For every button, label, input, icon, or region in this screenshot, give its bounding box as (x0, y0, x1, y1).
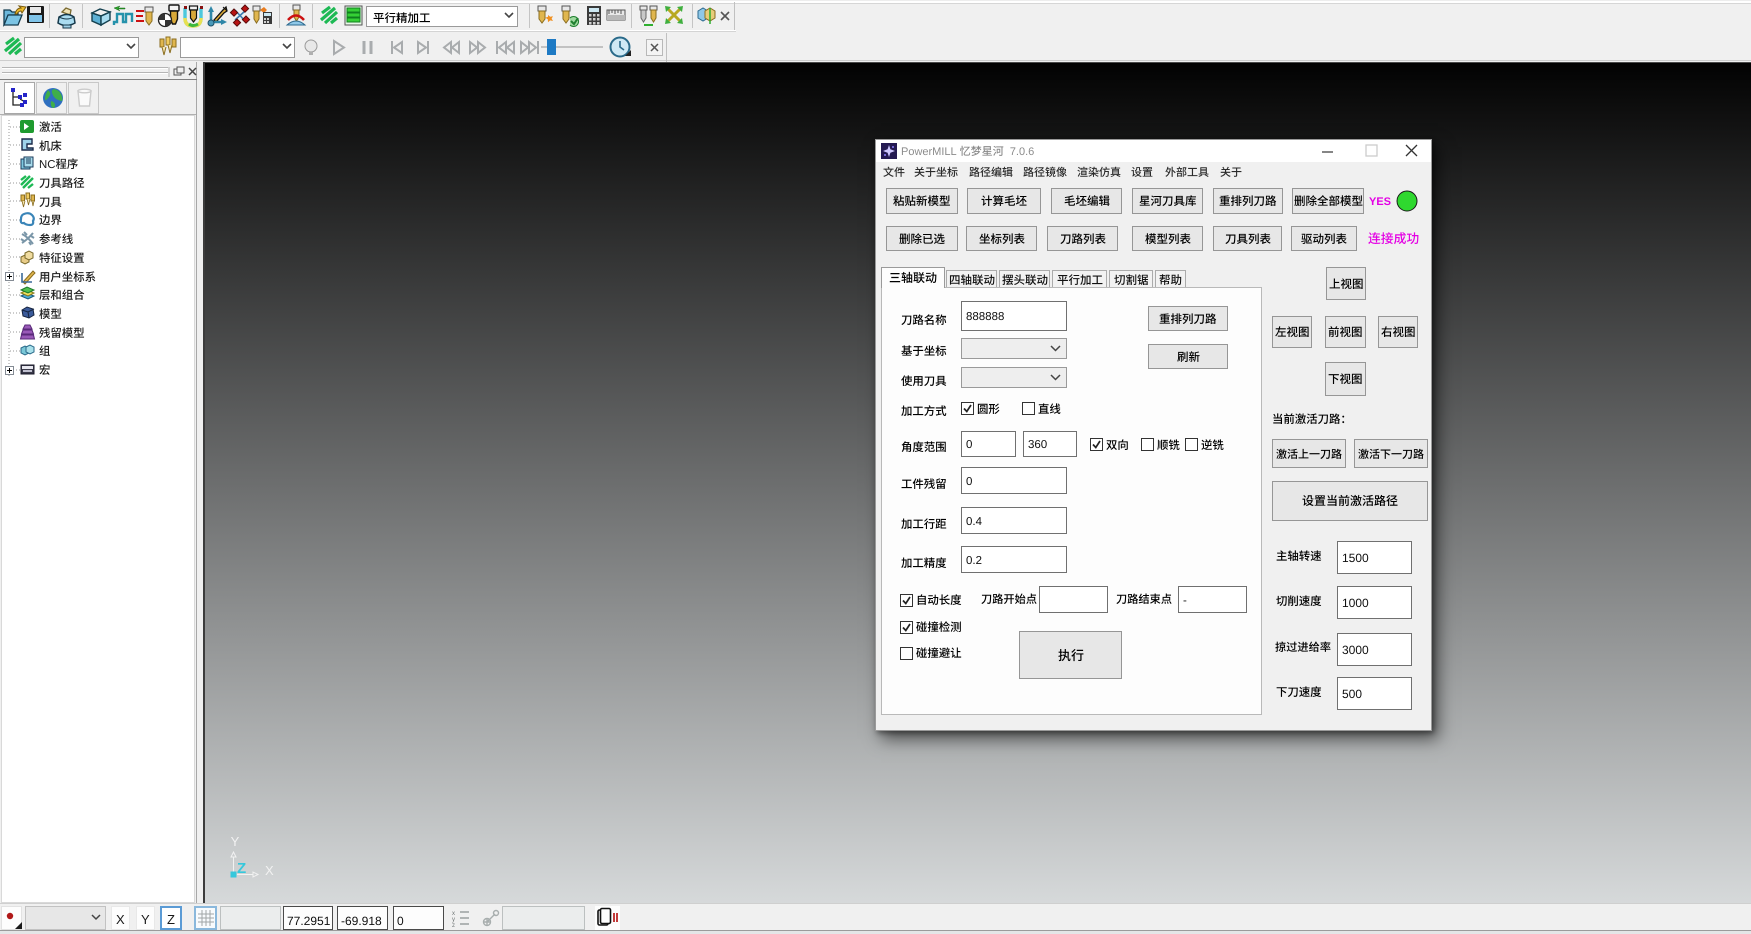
svg-text:z: z (452, 923, 455, 929)
svg-text:Y: Y (231, 834, 240, 849)
svg-text:X: X (265, 863, 274, 878)
svg-text:Z: Z (237, 860, 246, 877)
